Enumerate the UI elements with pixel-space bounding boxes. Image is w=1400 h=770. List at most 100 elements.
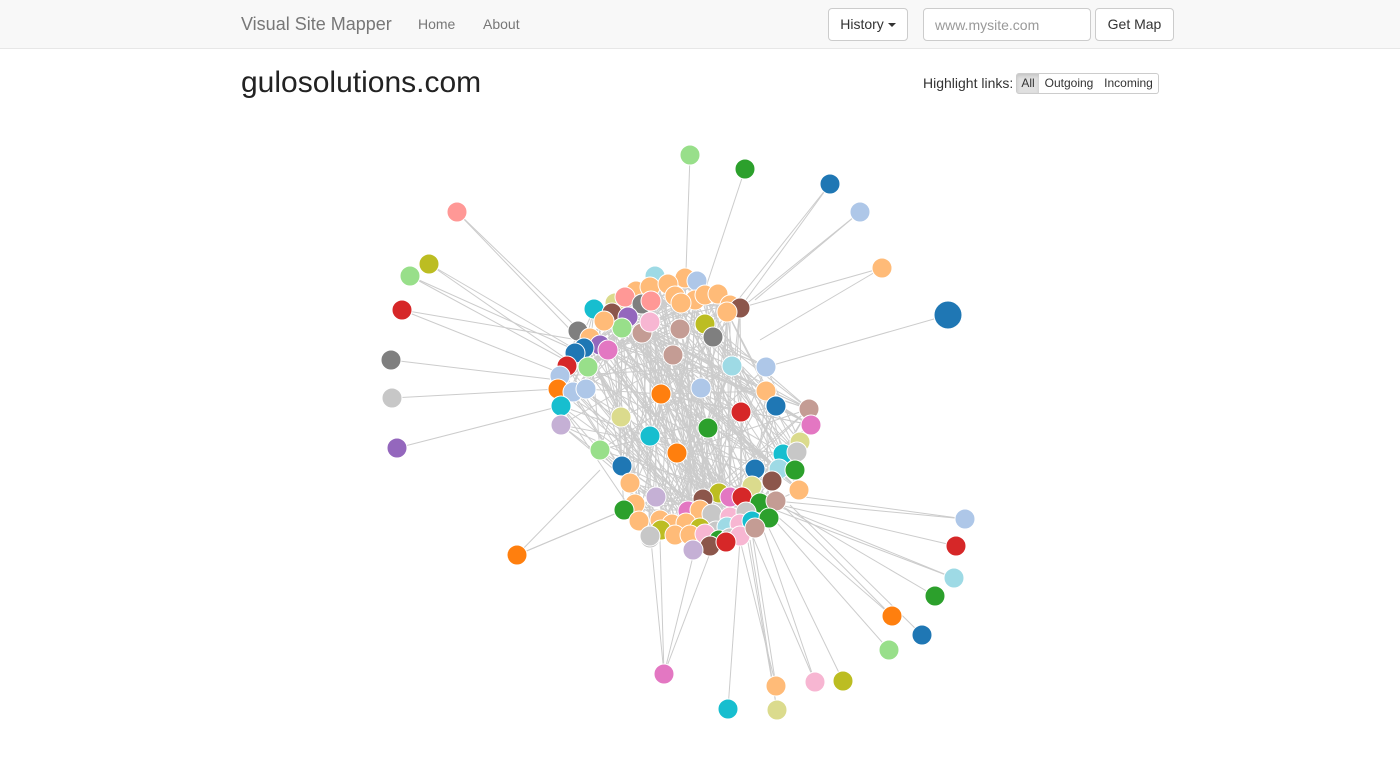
graph-node[interactable]	[639, 311, 661, 333]
graph-link	[727, 539, 741, 710]
page-title: gulosolutions.com	[241, 66, 482, 99]
graph-node[interactable]	[381, 387, 403, 409]
graph-node[interactable]	[881, 605, 903, 627]
graph-node[interactable]	[399, 265, 421, 287]
highlight-outgoing-button[interactable]: Outgoing	[1039, 73, 1100, 94]
graph-node[interactable]	[765, 395, 787, 417]
graph-node[interactable]	[575, 378, 597, 400]
graph-node[interactable]	[639, 525, 661, 547]
graph-node[interactable]	[418, 253, 440, 275]
graph-node[interactable]	[662, 344, 684, 366]
graph-node[interactable]	[690, 377, 712, 399]
graph-node[interactable]	[716, 301, 738, 323]
graph-link	[759, 509, 844, 682]
graph-node[interactable]	[832, 670, 854, 692]
graph-node[interactable]	[933, 300, 963, 330]
graph-node[interactable]	[391, 299, 413, 321]
graph-node[interactable]	[670, 292, 692, 314]
graph-node[interactable]	[721, 355, 743, 377]
graph-node[interactable]	[804, 671, 826, 693]
graph-node[interactable]	[610, 406, 632, 428]
graph-node[interactable]	[386, 437, 408, 459]
graph-node[interactable]	[761, 470, 783, 492]
graph-node[interactable]	[653, 663, 675, 685]
brand-link[interactable]: Visual Site Mapper	[241, 14, 392, 35]
graph-node[interactable]	[506, 544, 528, 566]
graph-node[interactable]	[871, 257, 893, 279]
graph-link	[663, 539, 716, 675]
graph-node[interactable]	[730, 401, 752, 423]
nav-about-link[interactable]: About	[483, 16, 520, 32]
graph-link	[739, 267, 883, 309]
graph-link	[765, 314, 949, 368]
history-dropdown-button[interactable]: History	[828, 8, 908, 41]
highlight-all-button[interactable]: All	[1016, 73, 1040, 94]
graph-link	[428, 263, 586, 356]
graph-link	[729, 183, 831, 311]
graph-link	[391, 388, 559, 399]
graph-node[interactable]	[380, 349, 402, 371]
graph-node[interactable]	[619, 472, 641, 494]
graph-node[interactable]	[849, 201, 871, 223]
nav-home-link[interactable]: Home	[418, 16, 455, 32]
graph-node[interactable]	[650, 383, 672, 405]
url-input[interactable]	[923, 8, 1091, 41]
graph-node[interactable]	[679, 144, 701, 166]
graph-link	[390, 359, 559, 381]
site-map-graph[interactable]	[0, 100, 1400, 770]
graph-node[interactable]	[550, 414, 572, 436]
graph-node[interactable]	[878, 639, 900, 661]
graph-node[interactable]	[702, 326, 724, 348]
graph-node[interactable]	[765, 675, 787, 697]
graph-link	[456, 211, 586, 346]
graph-node[interactable]	[786, 441, 808, 463]
graph-link	[775, 500, 966, 520]
graph-node[interactable]	[954, 508, 976, 530]
graph-node[interactable]	[717, 698, 739, 720]
graph-node[interactable]	[924, 585, 946, 607]
graph-node[interactable]	[446, 201, 468, 223]
graph-node[interactable]	[800, 414, 822, 436]
graph-link	[769, 509, 893, 617]
graph-link	[754, 211, 861, 301]
graph-link	[789, 494, 966, 520]
graph-node[interactable]	[666, 442, 688, 464]
graph-node[interactable]	[593, 310, 615, 332]
graph-node[interactable]	[669, 318, 691, 340]
graph-link	[749, 529, 816, 683]
graph-link	[401, 309, 579, 341]
highlight-links-label: Highlight links:	[923, 75, 1014, 91]
graph-node[interactable]	[640, 290, 662, 312]
graph-node[interactable]	[734, 158, 756, 180]
graph-node[interactable]	[766, 699, 788, 721]
graph-node[interactable]	[715, 531, 737, 553]
graph-node[interactable]	[611, 317, 633, 339]
graph-node[interactable]	[744, 517, 766, 539]
graph-node[interactable]	[682, 539, 704, 561]
graph-node[interactable]	[550, 395, 572, 417]
graph-link	[779, 504, 957, 547]
graph-nodes	[380, 144, 976, 721]
graph-node[interactable]	[697, 417, 719, 439]
graph-link	[409, 275, 566, 361]
graph-node[interactable]	[945, 535, 967, 557]
graph-node[interactable]	[788, 479, 810, 501]
graph-link	[739, 539, 777, 687]
graph-link	[769, 514, 890, 651]
graph-link	[774, 509, 955, 579]
graph-link	[409, 275, 576, 351]
graph-node[interactable]	[589, 439, 611, 461]
highlight-incoming-button[interactable]: Incoming	[1099, 73, 1159, 94]
graph-node[interactable]	[819, 173, 841, 195]
graph-node[interactable]	[577, 356, 599, 378]
graph-node[interactable]	[755, 356, 777, 378]
graph-links	[390, 154, 966, 711]
graph-node[interactable]	[911, 624, 933, 646]
get-map-button[interactable]: Get Map	[1095, 8, 1174, 41]
graph-node[interactable]	[597, 339, 619, 361]
graph-node[interactable]	[639, 425, 661, 447]
graph-node[interactable]	[645, 486, 667, 508]
graph-node[interactable]	[784, 459, 806, 481]
graph-node[interactable]	[943, 567, 965, 589]
caret-down-icon	[887, 23, 896, 28]
